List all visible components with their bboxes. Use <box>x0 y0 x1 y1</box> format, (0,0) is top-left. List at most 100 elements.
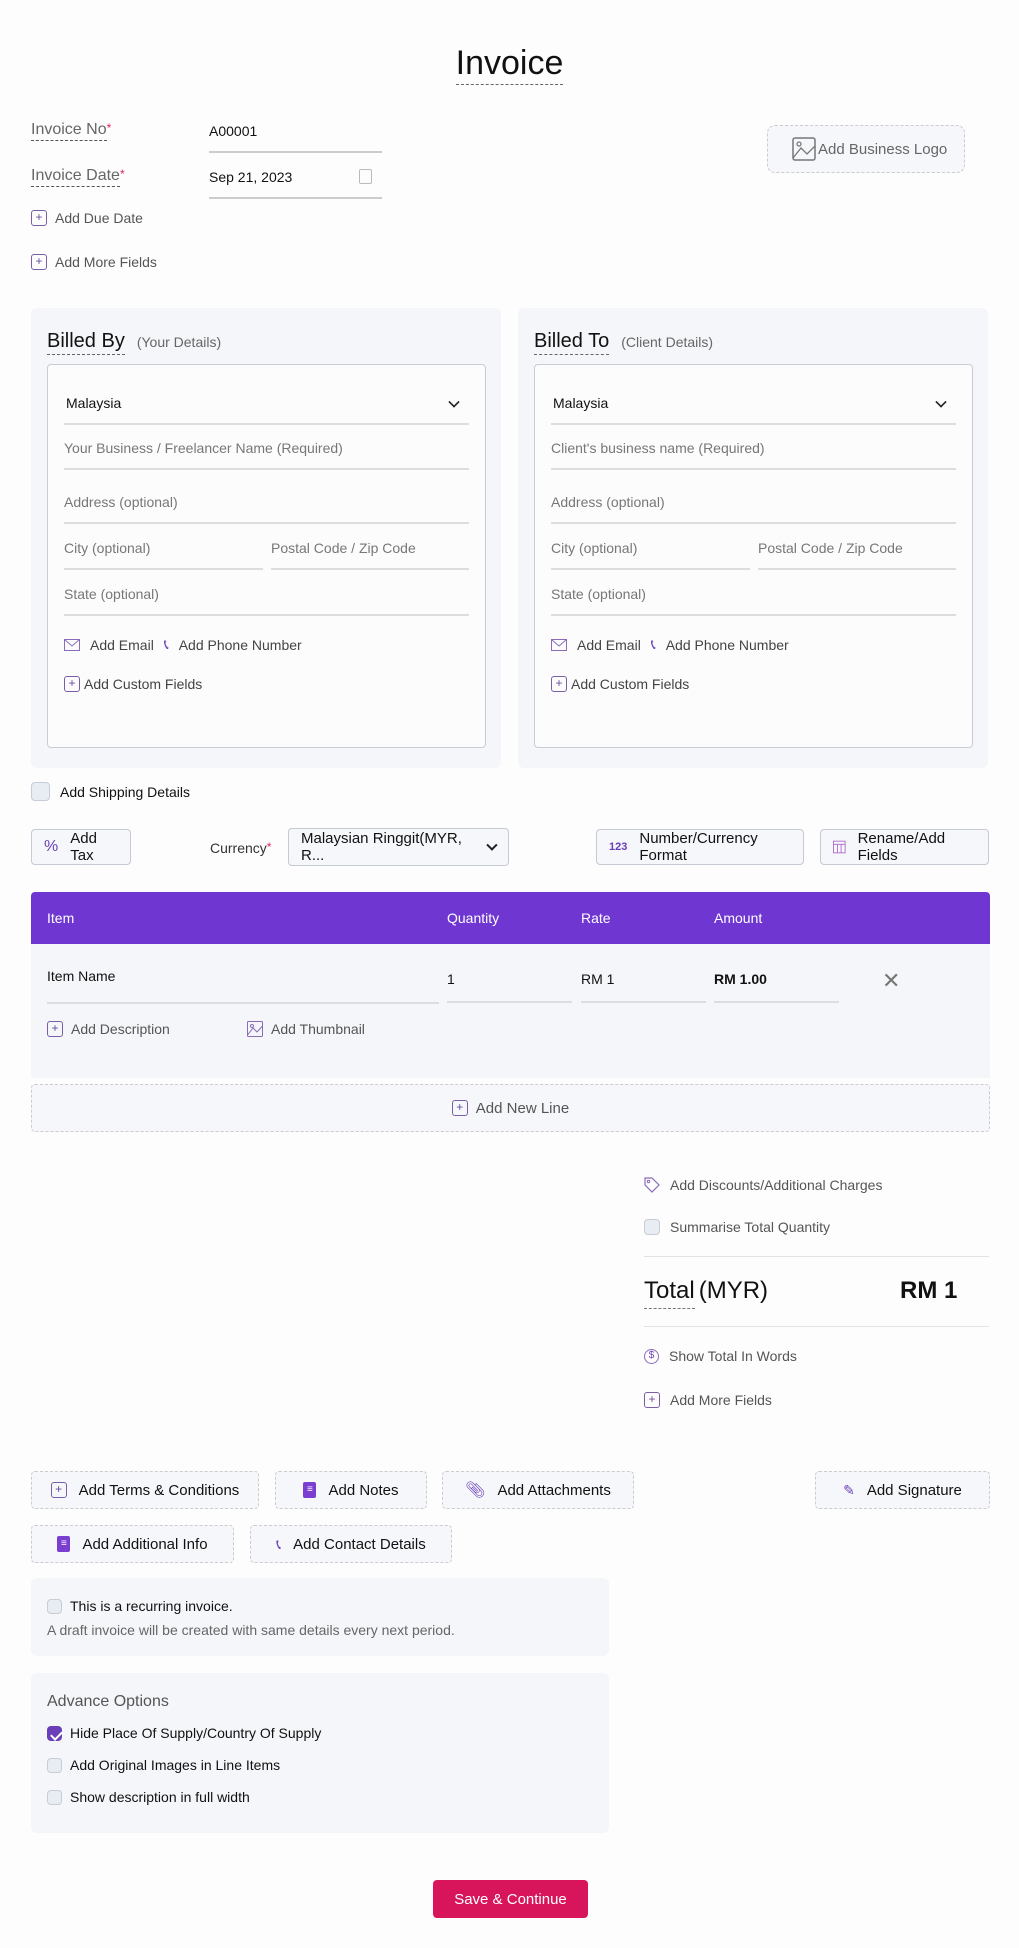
add-phone-link[interactable]: 📞︎ Add Phone Number <box>164 636 302 653</box>
add-attachments-button[interactable]: 📎︎ Add Attachments <box>442 1471 634 1509</box>
invoice-no-input[interactable]: A00001 <box>209 123 382 153</box>
pen-icon: ✎ <box>843 1481 855 1498</box>
number-format-text: Number/Currency Format <box>639 830 758 864</box>
add-email-link[interactable]: Add Email <box>551 637 641 653</box>
billed-by-address-input[interactable]: Address (optional) <box>64 494 469 524</box>
plus-icon: + <box>47 1021 63 1037</box>
advance-options-title: Advance Options <box>47 1693 169 1710</box>
show-total-in-words-link[interactable]: $ Show Total In Words <box>644 1348 797 1364</box>
add-due-date-link[interactable]: + Add Due Date <box>31 210 143 226</box>
plus-icon: + <box>644 1392 660 1408</box>
checkbox[interactable] <box>644 1219 660 1235</box>
billed-by-state-input[interactable]: State (optional) <box>64 586 469 616</box>
invoice-date-input[interactable]: Sep 21, 2023 <box>209 169 382 199</box>
total-label-text: Total <box>644 1277 695 1309</box>
recurring-label: This is a recurring invoice. <box>70 1598 233 1614</box>
add-email-link[interactable]: Add Email <box>64 637 154 653</box>
add-terms-button[interactable]: + Add Terms & Conditions <box>31 1471 259 1509</box>
advance-options-panel: Advance Options Hide Place Of Supply/Cou… <box>31 1673 609 1833</box>
summarise-quantity-checkbox[interactable]: Summarise Total Quantity <box>644 1219 830 1235</box>
billed-by-city-input[interactable]: City (optional) <box>64 540 263 570</box>
checkbox[interactable] <box>31 782 50 801</box>
add-discounts-link[interactable]: Add Discounts/Additional Charges <box>644 1177 882 1193</box>
add-phone-text: Add Phone Number <box>665 636 789 653</box>
rename-fields-button[interactable]: Rename/Add Fields <box>820 829 989 865</box>
advance-option[interactable]: Add Original Images in Line Items <box>47 1757 280 1773</box>
shipping-label: Add Shipping Details <box>60 783 190 800</box>
plus-icon: + <box>64 676 80 692</box>
country-value: Malaysia <box>553 395 609 411</box>
add-business-logo-button[interactable]: Add Business Logo <box>767 125 965 173</box>
billed-to-name-input[interactable]: Client's business name (Required) <box>551 440 956 470</box>
phone-icon: 📞︎ <box>163 636 169 652</box>
add-thumbnail-text: Add Thumbnail <box>271 1021 365 1037</box>
billed-to-title: Billed To <box>534 330 610 355</box>
add-contact-details-button[interactable]: 📞︎ Add Contact Details <box>250 1525 452 1563</box>
total-label: Total (MYR) <box>644 1277 768 1309</box>
checkbox-checked[interactable] <box>47 1725 62 1741</box>
quantity-input[interactable]: 1 <box>447 971 572 1003</box>
checkbox[interactable] <box>47 1757 62 1773</box>
add-phone-text: Add Phone Number <box>178 636 302 653</box>
recurring-checkbox[interactable]: This is a recurring invoice. <box>47 1598 233 1614</box>
add-new-line-button[interactable]: + Add New Line <box>31 1084 990 1132</box>
save-continue-button[interactable]: Save & Continue <box>433 1880 588 1918</box>
billed-to-heading: Billed To (Client Details) <box>534 330 713 355</box>
billed-to-state-input[interactable]: State (optional) <box>551 586 956 616</box>
invoice-date-value: Sep 21, 2023 <box>209 169 293 185</box>
billed-to-country-select[interactable]: Malaysia <box>551 395 956 425</box>
calendar-icon[interactable] <box>359 169 372 184</box>
add-custom-fields-link[interactable]: + Add Custom Fields <box>551 676 689 692</box>
items-table-header: Item Quantity Rate Amount <box>31 892 990 944</box>
rate-input[interactable]: RM 1 <box>581 971 706 1003</box>
rename-fields-text: Rename/Add Fields <box>857 830 946 864</box>
billed-to-panel: Billed To (Client Details) Malaysia Clien… <box>518 308 988 768</box>
phone-icon: 📞︎ <box>650 636 656 652</box>
country-value: Malaysia <box>66 395 122 411</box>
advance-option[interactable]: Show description in full width <box>47 1789 250 1805</box>
checkbox[interactable] <box>47 1789 62 1805</box>
item-name-input[interactable]: Item Name <box>47 968 439 1004</box>
advance-option[interactable]: Hide Place Of Supply/Country Of Supply <box>47 1725 321 1741</box>
remove-line-icon[interactable]: ✕ <box>882 968 900 994</box>
phone-icon: 📞︎ <box>276 1535 282 1552</box>
add-signature-button[interactable]: ✎ Add Signature <box>815 1471 990 1509</box>
add-notes-button[interactable]: ≡ Add Notes <box>275 1471 427 1509</box>
currency-label: Currency* <box>210 840 271 856</box>
add-shipping-checkbox[interactable]: Add Shipping Details <box>31 782 190 801</box>
add-custom-text: Add Custom Fields <box>571 676 690 692</box>
add-description-link[interactable]: + Add Description <box>47 1021 170 1037</box>
add-phone-link[interactable]: 📞︎ Add Phone Number <box>651 636 789 653</box>
advance-option-label: Add Original Images in Line Items <box>70 1757 281 1773</box>
image-icon <box>792 137 816 161</box>
billed-to-postal-input[interactable]: Postal Code / Zip Code <box>758 540 956 570</box>
currency-select[interactable]: Malaysian Ringgit(MYR, R... <box>288 828 509 866</box>
billed-to-address-input[interactable]: Address (optional) <box>551 494 956 524</box>
add-tax-button[interactable]: % Add Tax <box>31 829 131 865</box>
add-additional-info-button[interactable]: ≡ Add Additional Info <box>31 1525 234 1563</box>
chevron-down-icon <box>448 396 460 408</box>
notes-icon: ≡ <box>303 1482 317 1498</box>
add-additional-info-text: Add Additional Info <box>82 1535 208 1553</box>
add-custom-fields-link[interactable]: + Add Custom Fields <box>64 676 202 692</box>
billed-by-name-input[interactable]: Your Business / Freelancer Name (Require… <box>64 440 469 470</box>
billed-by-country-select[interactable]: Malaysia <box>64 395 469 425</box>
add-tax-text: Add Tax <box>70 830 97 864</box>
add-more-fields-link[interactable]: + Add More Fields <box>31 254 157 270</box>
divider <box>644 1326 989 1327</box>
plus-icon: + <box>451 1100 468 1116</box>
billed-to-city-input[interactable]: City (optional) <box>551 540 750 570</box>
page-title[interactable]: Invoice <box>0 44 1019 85</box>
total-value: RM 1 <box>900 1277 958 1304</box>
plus-icon: + <box>551 676 567 692</box>
amount-value: RM 1.00 <box>714 971 839 1003</box>
add-thumbnail-link[interactable]: Add Thumbnail <box>247 1021 365 1037</box>
add-more-fields-text: Add More Fields <box>55 254 157 270</box>
page-title-text: Invoice <box>455 44 564 85</box>
table-row: Item Name 1 RM 1 RM 1.00 ✕ + Add Descript… <box>31 944 990 1078</box>
totals-add-more-fields-link[interactable]: + Add More Fields <box>644 1392 772 1408</box>
percent-icon: % <box>44 838 59 855</box>
billed-by-postal-input[interactable]: Postal Code / Zip Code <box>271 540 469 570</box>
number-format-button[interactable]: 123 Number/Currency Format <box>596 829 804 865</box>
checkbox[interactable] <box>47 1598 62 1614</box>
